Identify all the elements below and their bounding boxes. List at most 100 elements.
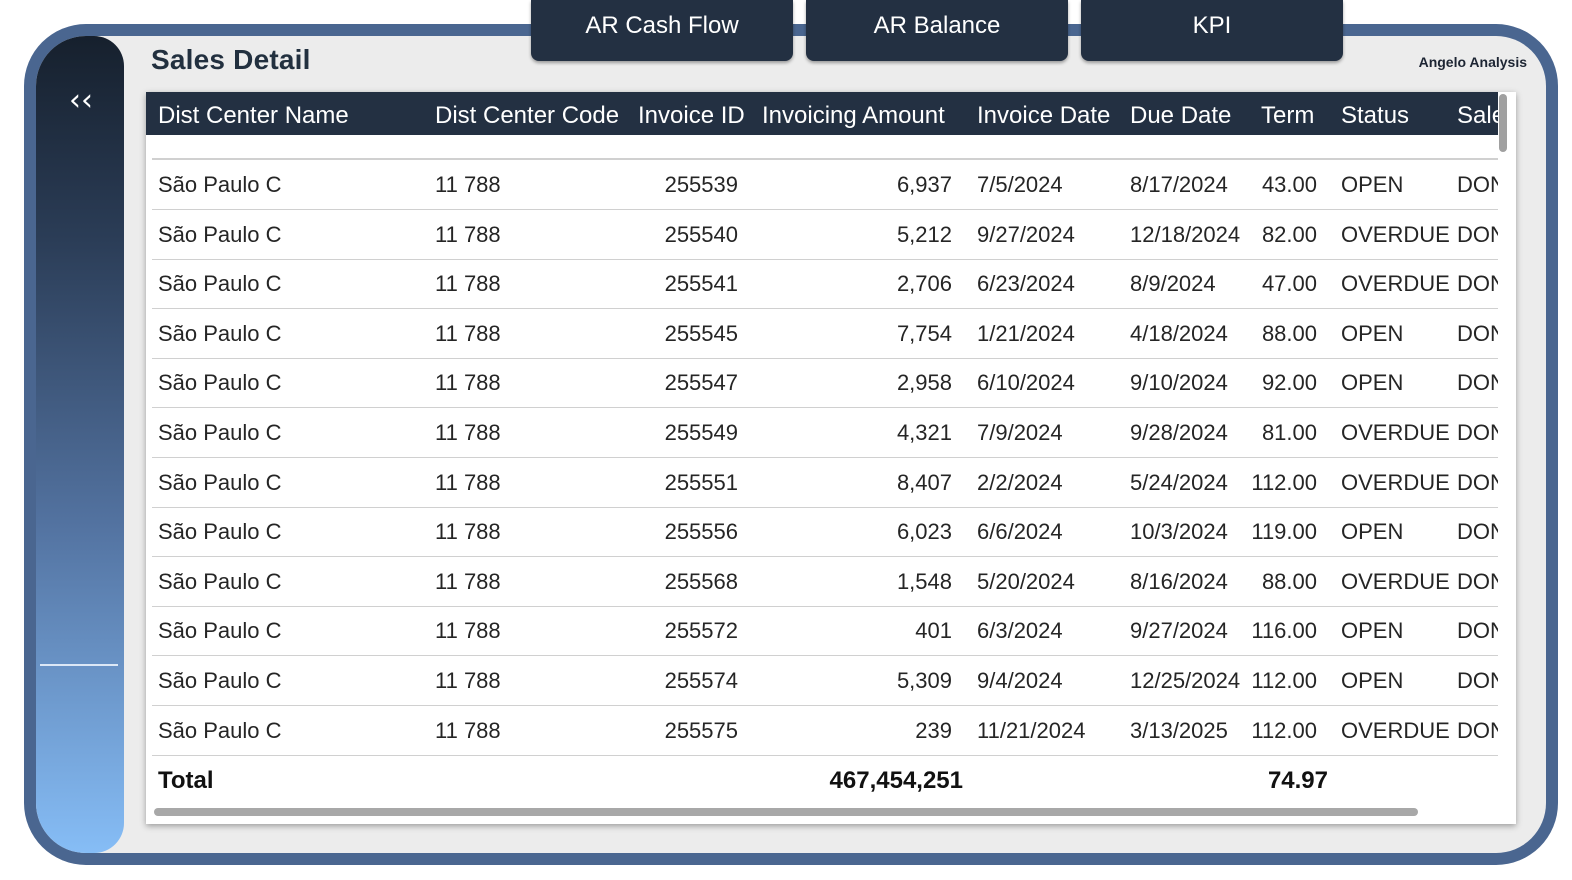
table-cell: 255575 [664,717,738,743]
table-row[interactable]: São Paulo C 11 788 255568 1,548 5/20/2024 8/1… [152,557,1498,607]
table-cell: OPEN [1341,320,1404,346]
table-cell: OPEN [1341,172,1404,197]
tab-kpi[interactable]: KPI [1081,0,1343,61]
total-term: 74.97 [1267,767,1328,794]
tab-ar-balance[interactable]: AR Balance [806,0,1068,61]
table-cell: 11 788 [435,271,501,297]
table-cell: 116.00 [1251,618,1317,644]
table-cell: 255574 [664,668,738,693]
table-cell: 11 788 [435,420,501,445]
table-cell: 6/23/2024 [977,271,1075,297]
column-header[interactable]: Invoice Date [977,102,1110,130]
table-cell: São Paulo C [158,519,282,545]
table-cell: OPEN [1341,618,1404,644]
table-cell: OVERDUE [1341,469,1450,495]
table-cell: DON [1457,668,1498,693]
table-cell: 255572 [664,618,738,644]
table-cell: 9/4/2024 [977,668,1063,693]
table-cell: 255547 [664,370,738,396]
table-cell: 255568 [664,568,738,594]
table-cell: 11 788 [435,469,501,495]
table-cell: 9/27/2024 [1130,618,1228,644]
table-cell: 12/18/2024 [1130,221,1241,247]
table-cell: São Paulo C [158,717,282,743]
table-cell: 11 788 [435,221,501,247]
table-cell: 7,754 [896,320,952,346]
total-row: Total 467,454,251 74.97 [152,760,1498,800]
table-cell: 8/16/2024 [1130,568,1228,594]
table-row[interactable]: São Paulo C 11 788 255575 239 11/21/2024 3/13… [152,706,1498,756]
column-header[interactable]: Dist Center Name [158,102,349,130]
table-row[interactable]: São Paulo C 11 788 255574 5,309 9/4/2024 12/2… [152,656,1498,706]
table-cell: São Paulo C [158,618,282,644]
table-cell: 8/17/2024 [1130,172,1228,197]
table-cell: 11 788 [435,717,501,743]
table-cell: São Paulo C [158,271,282,297]
table-row[interactable]: São Paulo C 11 788 255547 2,958 6/10/2024 9/1… [152,358,1498,409]
table-cell: 11 788 [435,370,501,396]
table-cell: 6/10/2024 [977,370,1075,396]
column-header[interactable]: Term [1261,102,1314,130]
column-header[interactable]: Invoicing Amount [762,102,945,130]
double-chevron-left-icon[interactable]: ‹‹ [62,86,100,118]
table-cell: DON [1457,271,1498,297]
table-row[interactable]: São Paulo C 11 788 255539 6,937 7/5/2024 8/17… [152,160,1498,210]
horizontal-scrollbar[interactable] [154,808,1418,816]
column-header[interactable]: Sale [1457,102,1498,130]
table-cell: 255551 [664,469,738,495]
table-cell: 112.00 [1251,469,1317,495]
table-row[interactable]: São Paulo C 11 788 255540 5,212 9/27/2024 12/… [152,210,1498,260]
table-cell: 4/18/2024 [1130,320,1228,346]
table-cell: OVERDUE [1341,271,1450,297]
table-cell: São Paulo C [158,172,282,197]
table-cell: DON [1457,420,1498,445]
table-cell: São Paulo C [158,668,282,693]
table-cell: 9/28/2024 [1130,420,1228,445]
header-separator [152,158,1498,160]
table-cell: 112.00 [1251,717,1317,743]
table-cell: 11 788 [435,172,501,197]
tab-ar-cash-flow[interactable]: AR Cash Flow [531,0,793,61]
page-title: Sales Detail [151,44,311,75]
table-row[interactable]: São Paulo C 11 788 255551 8,407 2/2/2024 5/24… [152,458,1498,508]
table-cell: DON [1457,221,1498,247]
table-cell: DON [1457,568,1498,594]
table-cell: 9/10/2024 [1130,370,1228,396]
table-cell: OVERDUE [1341,221,1450,247]
table-cell: 6/3/2024 [977,618,1063,644]
table-row[interactable]: São Paulo C 11 788 255549 4,321 7/9/2024 9/28… [152,408,1498,458]
table-cell: 11/21/2024 [977,717,1086,743]
table-row[interactable]: São Paulo C 11 788 255572 401 6/3/2024 9/27/2… [152,606,1498,657]
vertical-scrollbar[interactable] [1499,94,1507,152]
table-cell: OVERDUE [1341,717,1450,743]
table-cell: São Paulo C [158,469,282,495]
column-header[interactable]: Status [1341,102,1409,130]
table-cell: 8,407 [896,469,952,495]
table-cell: 88.00 [1261,568,1317,594]
table-row[interactable]: São Paulo C 11 788 255556 6,023 6/6/2024 10/3… [152,507,1498,558]
brand-label: Angelo Analysis [1418,54,1527,70]
column-header[interactable]: Dist Center Code [435,102,619,130]
table-cell: 6/6/2024 [977,519,1063,545]
table-cell: 81.00 [1261,420,1317,445]
table-cell: São Paulo C [158,568,282,594]
column-header[interactable]: Invoice ID [638,102,745,130]
table-cell: OPEN [1341,370,1404,396]
table-header: Dist Center Name Dist Center Code Invoice … [146,92,1498,135]
table-cell: 255539 [664,172,738,197]
table-row[interactable]: São Paulo C 11 788 255545 7,754 1/21/2024 4/1… [152,309,1498,359]
table-cell: 92.00 [1261,370,1317,396]
table-cell: OPEN [1341,668,1404,693]
table-cell: 255549 [664,420,738,445]
table-cell: 7/5/2024 [977,172,1063,197]
table-cell: 6,023 [896,519,952,545]
total-invoicing-amount: 467,454,251 [829,767,963,794]
table-cell: São Paulo C [158,320,282,346]
total-label: Total [158,767,214,794]
table-cell: 112.00 [1251,668,1317,693]
table-row[interactable]: São Paulo C 11 788 255541 2,706 6/23/2024 8/9… [152,259,1498,310]
table-cell: 11 788 [435,668,501,693]
table-cell: 11 788 [435,320,501,346]
column-header[interactable]: Due Date [1130,102,1231,130]
table-cell: 2/2/2024 [977,469,1063,495]
